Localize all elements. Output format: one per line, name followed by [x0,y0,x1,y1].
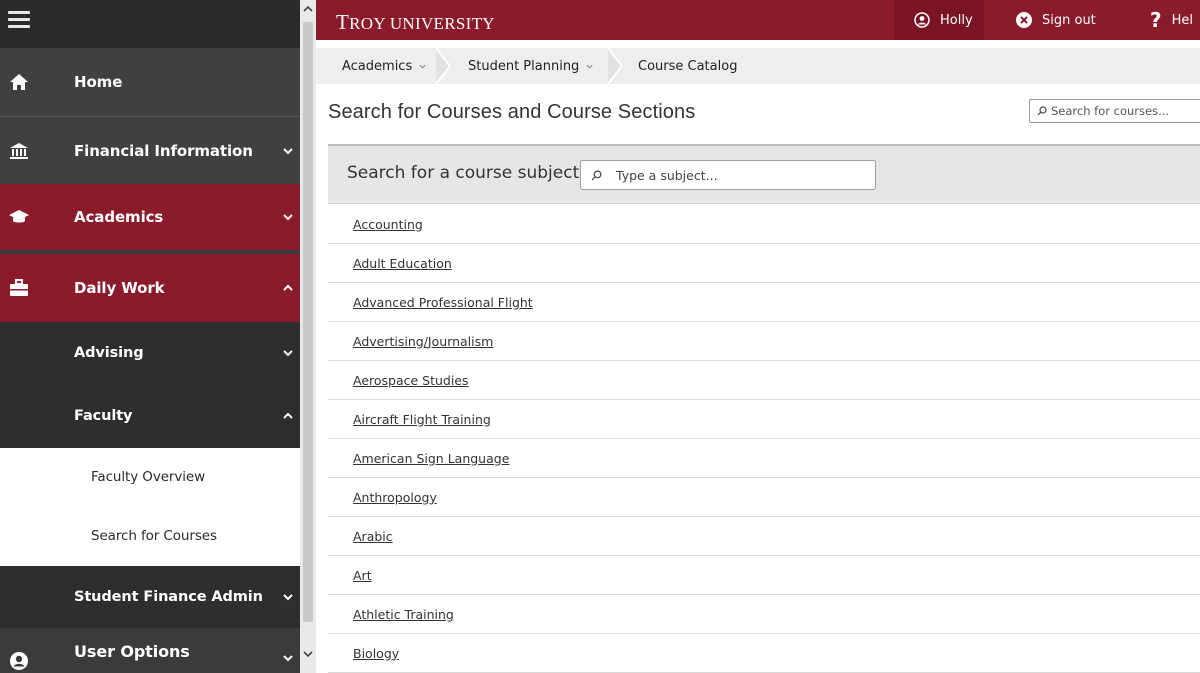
troy-university-logo[interactable]: TROY UNIVERSITY [336,10,495,35]
subject-placeholder: Type a subject... [616,167,718,183]
user-circle-icon [8,650,30,672]
list-item: Advertising/Journalism [328,322,1200,361]
chevron-up-icon [283,412,293,419]
chevron-down-icon [283,214,293,221]
chevron-down-icon [283,594,293,601]
chevron-up-icon [283,284,293,291]
sidebar: Home Financial Information Academics Dai… [0,0,300,673]
breadcrumb-separator [436,48,450,84]
chevron-down-icon [283,655,293,662]
subject-link[interactable]: Anthropology [353,490,437,505]
sidebar-item-label: Academics [74,208,164,226]
subject-search-label: Search for a course subject: [347,163,585,183]
sidebar-item-faculty-overview[interactable]: Faculty Overview [0,448,300,506]
scroll-up-arrow-icon[interactable] [302,3,314,15]
subject-search-panel: Search for a course subject: Type a subj… [328,144,1200,204]
subject-link[interactable]: Accounting [353,217,423,232]
subject-list: Accounting Adult Education Advanced Prof… [328,205,1200,673]
sidebar-item-label: User Options [74,642,190,661]
subject-link[interactable]: Biology [353,646,399,661]
close-circle-icon [1016,12,1032,28]
scrollbar-thumb[interactable] [303,22,313,622]
chevron-down-icon [283,350,293,357]
sidebar-item-student-finance-admin[interactable]: Student Finance Admin [0,566,300,628]
subject-link[interactable]: American Sign Language [353,451,509,466]
breadcrumb-separator [608,48,622,84]
scroll-down-arrow-icon[interactable] [302,648,314,660]
sidebar-item-label: Advising [74,345,144,361]
list-item: Art [328,556,1200,595]
subject-link[interactable]: Advertising/Journalism [353,334,493,349]
bank-icon [8,140,30,162]
breadcrumb: Academics Student Planning Course Catalo… [316,48,1200,84]
subject-link[interactable]: Art [353,568,372,583]
breadcrumb-academics[interactable]: Academics [342,48,427,84]
subject-link[interactable]: Aerospace Studies [353,373,469,388]
course-search-input[interactable]: Search for courses... [1029,99,1200,123]
sidebar-item-user-options[interactable]: User Options [0,628,300,673]
hamburger-menu-icon[interactable] [8,11,30,29]
list-item: Aerospace Studies [328,361,1200,400]
list-item: Athletic Training [328,595,1200,634]
sidebar-item-advising[interactable]: Advising [0,322,300,384]
sidebar-item-search-for-courses[interactable]: Search for Courses [0,506,300,566]
question-mark-icon: ? [1150,8,1162,32]
list-item: American Sign Language [328,439,1200,478]
sidebar-item-label: Financial Information [74,141,253,160]
chevron-down-icon [586,64,593,69]
list-item: Anthropology [328,478,1200,517]
user-name: Holly [940,12,973,28]
sidebar-item-home[interactable]: Home [0,48,300,116]
subject-link[interactable]: Advanced Professional Flight [353,295,533,310]
page-title: Search for Courses and Course Sections [328,101,696,123]
sidebar-item-financial-information[interactable]: Financial Information [0,116,300,184]
subject-link[interactable]: Athletic Training [353,607,454,622]
breadcrumb-course-catalog: Course Catalog [638,48,737,84]
sidebar-item-label: Faculty [74,408,133,424]
top-bar: TROY UNIVERSITY Holly Sign out ? Hel [316,0,1200,40]
sidebar-item-label: Student Finance Admin [74,589,263,605]
subject-search-input[interactable]: Type a subject... [580,160,876,190]
sidebar-item-label: Search for Courses [91,528,217,544]
search-icon [1037,106,1047,116]
breadcrumb-label: Academics [342,58,413,74]
list-item: Aircraft Flight Training [328,400,1200,439]
list-item: Accounting [328,205,1200,244]
search-placeholder: Search for courses... [1051,104,1170,118]
help-label: Hel [1171,12,1193,28]
sidebar-scrollbar[interactable] [300,0,316,673]
chevron-down-icon [419,64,426,69]
sidebar-item-label: Daily Work [74,279,165,297]
graduation-cap-icon [8,206,30,228]
breadcrumb-student-planning[interactable]: Student Planning [468,48,594,84]
list-item: Adult Education [328,244,1200,283]
sign-out-button[interactable]: Sign out [1006,0,1096,40]
chevron-down-icon [283,147,293,154]
sidebar-item-faculty[interactable]: Faculty [0,384,300,448]
user-circle-icon [914,12,930,28]
list-item: Biology [328,634,1200,673]
subject-link[interactable]: Arabic [353,529,393,544]
breadcrumb-label: Course Catalog [638,58,738,74]
list-item: Advanced Professional Flight [328,283,1200,322]
user-menu-button[interactable]: Holly [894,0,984,40]
list-item: Arabic [328,517,1200,556]
sidebar-item-daily-work[interactable]: Daily Work [0,254,300,322]
subject-link[interactable]: Adult Education [353,256,452,271]
sidebar-item-academics[interactable]: Academics [0,184,300,250]
sidebar-header [0,0,300,48]
home-icon [8,71,30,93]
subject-link[interactable]: Aircraft Flight Training [353,412,491,427]
sidebar-item-label: Faculty Overview [91,469,206,485]
help-button[interactable]: ? Hel [1130,0,1193,40]
briefcase-icon [8,277,30,299]
sign-out-label: Sign out [1042,12,1096,28]
sidebar-item-label: Home [74,73,123,91]
breadcrumb-label: Student Planning [468,58,580,74]
search-icon [591,169,602,180]
